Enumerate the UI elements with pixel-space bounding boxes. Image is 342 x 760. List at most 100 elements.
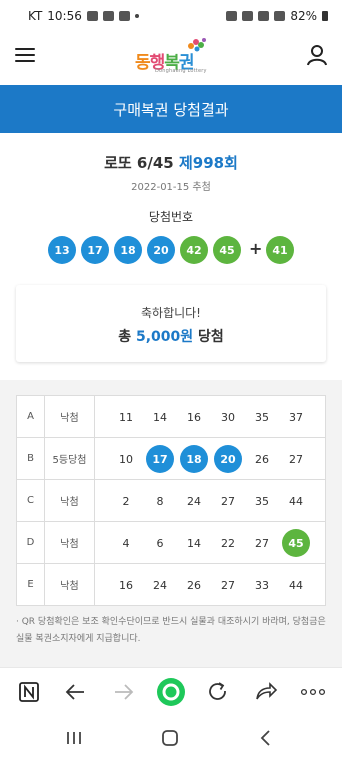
ticket-number: 27: [289, 452, 303, 466]
user-icon[interactable]: [306, 44, 328, 66]
winning-numbers-label: 당첨번호: [148, 210, 194, 224]
ticket-rank: 낙첨: [44, 395, 95, 438]
hamburger-menu-icon[interactable]: [15, 46, 37, 64]
ticket-numbers: 2 8 24 27 35 44: [94, 479, 326, 522]
winning-ball: 20: [147, 236, 175, 264]
ticket-numbers: 10 17 18 20 26 27: [94, 437, 326, 480]
ticket-number: 44: [289, 494, 303, 508]
notification-icon: [102, 11, 114, 21]
prize-text: 총 5,000원 당첨: [118, 329, 224, 345]
back-icon[interactable]: [63, 679, 89, 705]
result-box: 축하합니다! 총 5,000원 당첨: [16, 285, 326, 362]
forward-icon[interactable]: [110, 679, 136, 705]
page-title: 구매복권 당첨결과: [113, 100, 229, 119]
share-icon[interactable]: [253, 679, 279, 705]
volte-icon: [258, 11, 270, 21]
ticket-number: 27: [221, 578, 235, 592]
round-number: 제998회: [178, 154, 238, 172]
winning-ball: 45: [213, 236, 241, 264]
ticket-numbers: 4 6 14 22 27 45: [94, 521, 326, 564]
ticket-number: 14: [187, 536, 201, 550]
home-green-icon[interactable]: [156, 677, 186, 707]
game-name: 로또 6/45: [104, 154, 179, 172]
ticket-number: 44: [289, 578, 303, 592]
ticket-number: 35: [255, 410, 269, 424]
ticket-row: B 5등당첨 10 17 18 20 26 27: [16, 437, 326, 480]
home-icon[interactable]: [158, 727, 182, 749]
status-right: 82%: [226, 9, 328, 23]
winning-ball: 42: [180, 236, 208, 264]
browser-toolbar: [0, 667, 342, 716]
ticket-number: 22: [221, 536, 235, 550]
ticket-numbers: 11 14 16 30 35 37: [94, 395, 326, 438]
refresh-icon[interactable]: [205, 679, 231, 705]
app-icon: [118, 11, 130, 21]
ticket-row: E 낙첨 16 24 26 27 33 44: [16, 563, 326, 606]
ticket-game-label: B: [16, 437, 45, 480]
ticket-number: 37: [289, 410, 303, 424]
ticket-number: 33: [255, 578, 269, 592]
ticket-number: 2: [122, 494, 130, 508]
status-left: KT 10:56: [28, 9, 139, 23]
message-icon: [86, 11, 98, 21]
ticket-number: 4: [122, 536, 130, 550]
alarm-icon: [226, 11, 238, 21]
ticket-game-label: A: [16, 395, 45, 438]
ticket-number: 35: [255, 494, 269, 508]
ticket-row: C 낙첨 2 8 24 27 35 44: [16, 479, 326, 522]
ticket-number: 30: [221, 410, 235, 424]
winning-ball: 13: [48, 236, 76, 264]
app-header: 동행복권 Donghaeng Lottery: [0, 32, 342, 85]
plus-sign: +: [249, 239, 263, 258]
ticket-number: 45: [282, 529, 310, 557]
page-title-bar: 구매복권 당첨결과: [0, 85, 342, 133]
logo-subtitle: Donghaeng Lottery: [155, 68, 207, 74]
ticket-number: 17: [146, 445, 174, 473]
ticket-row: D 낙첨 4 6 14 22 27 45: [16, 521, 326, 564]
ticket-number: 16: [187, 410, 201, 424]
ticket-game-label: D: [16, 521, 45, 564]
status-bar: KT 10:56 82%: [0, 0, 342, 32]
ticket-rank: 낙첨: [44, 563, 95, 606]
ticket-number: 26: [255, 452, 269, 466]
ticket-rank: 5등당첨: [44, 437, 95, 480]
mute-icon: [242, 11, 254, 21]
winning-ball: 18: [114, 236, 142, 264]
ticket-number: 24: [153, 578, 167, 592]
prize-amount: 5,000원: [135, 329, 194, 345]
ticket-number: 14: [153, 410, 167, 424]
ticket-number: 27: [221, 494, 235, 508]
nav-back-icon[interactable]: [254, 727, 278, 749]
winning-numbers: 13 17 18 20 42 45 + 41: [48, 236, 298, 264]
carrier: KT: [28, 9, 43, 23]
more-icon[interactable]: [300, 679, 326, 705]
winning-ball: 17: [81, 236, 109, 264]
ticket-number: 18: [180, 445, 208, 473]
signal-icon: [274, 11, 286, 21]
battery-percent: 82%: [290, 9, 317, 23]
recents-icon[interactable]: [62, 727, 86, 749]
draw-round: 로또 6/45 제998회: [0, 152, 342, 173]
ticket-rank: 낙첨: [44, 479, 95, 522]
ticket-number: 11: [119, 410, 133, 424]
ticket-number: 6: [156, 536, 164, 550]
n-tab-icon[interactable]: [16, 679, 42, 705]
ticket-number: 16: [119, 578, 133, 592]
ticket-row: A 낙첨 11 14 16 30 35 37: [16, 395, 326, 438]
ticket-number: 10: [119, 452, 133, 466]
draw-date: 2022-01-15 추첨: [131, 182, 211, 193]
ticket-number: 8: [156, 494, 164, 508]
ticket-numbers: 16 24 26 27 33 44: [94, 563, 326, 606]
notice-text: · QR 당첨확인은 보조 확인수단이므로 반드시 실물과 대조하시기 바라며,…: [16, 617, 326, 644]
system-nav-bar: [0, 716, 342, 760]
logo[interactable]: 동행복권 Donghaeng Lottery: [133, 37, 213, 77]
bonus-ball: 41: [266, 236, 294, 264]
ticket-game-label: E: [16, 563, 45, 606]
battery-icon: [322, 11, 328, 21]
congrats-text: 축하합니다!: [140, 306, 201, 320]
more-notifications-icon: [134, 14, 139, 18]
clock: 10:56: [47, 9, 82, 23]
ticket-number: 24: [187, 494, 201, 508]
ticket-number: 27: [255, 536, 269, 550]
ticket-number: 26: [187, 578, 201, 592]
